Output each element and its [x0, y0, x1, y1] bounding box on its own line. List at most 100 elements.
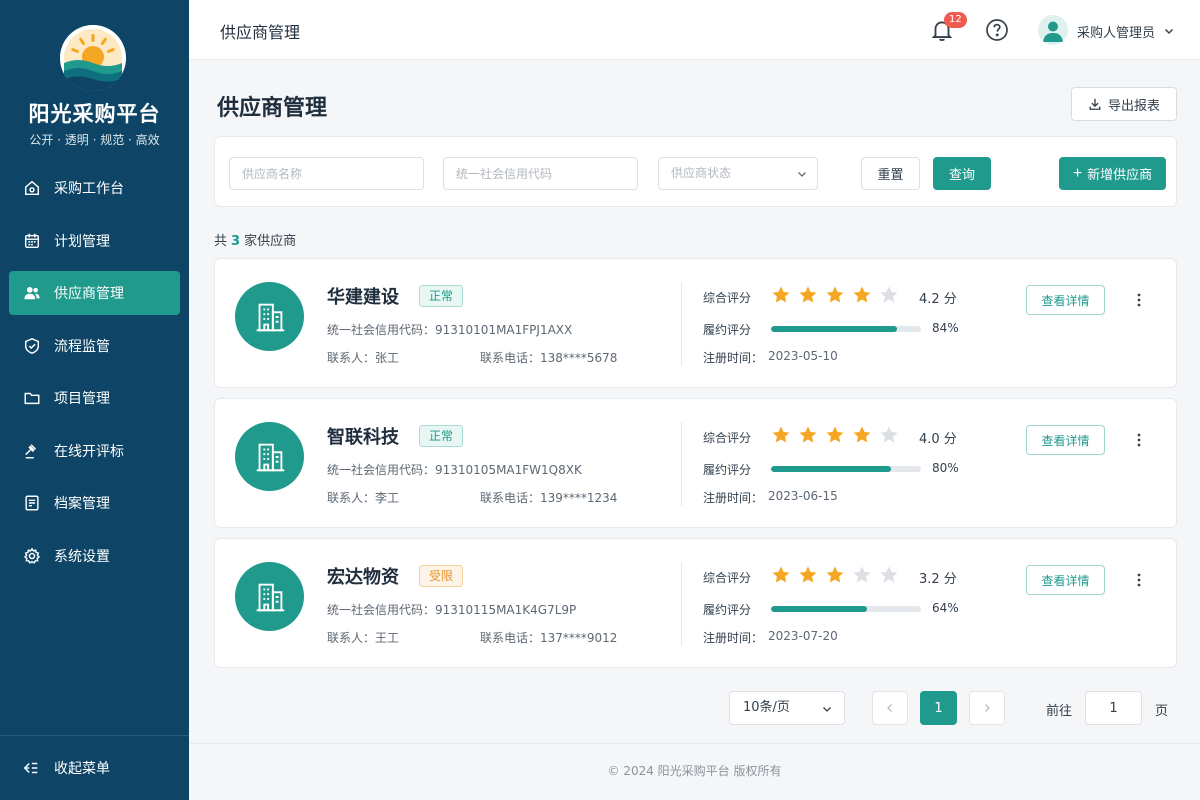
registered-label: 注册时间：	[703, 491, 764, 505]
supplier-name[interactable]: 智联科技	[327, 423, 399, 449]
sidebar-item-label: 流程监管	[54, 338, 110, 355]
sidebar-item-supplier[interactable]: 供应商管理	[9, 271, 180, 315]
supplier-credit-code: 统一社会信用代码：91310101MA1FPJ1AXX	[327, 323, 573, 337]
archive-icon	[23, 494, 41, 512]
star-icon	[879, 424, 906, 446]
footer-copyright: © 2024 阳光采购平台 版权所有	[607, 764, 782, 778]
supplier-name-input[interactable]	[229, 157, 424, 190]
user-name[interactable]: 采购人管理员	[1077, 22, 1155, 41]
export-report-button[interactable]: 导出报表	[1071, 87, 1177, 121]
query-button[interactable]: 查询	[933, 157, 991, 190]
brand-title: 阳光采购平台	[28, 102, 161, 126]
star-rating	[771, 424, 906, 446]
supplier-credit-code: 统一社会信用代码：91310105MA1FW1Q8XK	[327, 463, 582, 477]
rating-label: 综合评分	[703, 571, 752, 585]
supplier-status-placeholder: 供应商状态	[671, 166, 732, 180]
next-page-button[interactable]	[969, 691, 1005, 725]
registered-date: 2023-06-15	[768, 489, 838, 503]
avatar[interactable]	[1038, 15, 1068, 45]
card-divider	[681, 422, 682, 506]
supplier-phone: 联系电话：137****9012	[480, 631, 618, 645]
export-report-label: 导出报表	[1107, 97, 1160, 113]
prev-page-button[interactable]	[872, 691, 908, 725]
building-icon	[235, 282, 304, 351]
sidebar-item-settings[interactable]: 系统设置	[9, 534, 180, 578]
status-badge: 受限	[419, 565, 464, 587]
sidebar-item-process[interactable]: 流程监管	[9, 324, 180, 368]
page-size-value: 10条/页	[743, 700, 790, 715]
gear-icon	[23, 547, 41, 565]
performance-percent: 84%	[932, 321, 959, 335]
view-detail-button[interactable]: 查看详情	[1026, 565, 1105, 595]
star-rating	[771, 284, 906, 306]
performance-label: 履约评分	[703, 323, 752, 337]
goto-page-input[interactable]	[1085, 691, 1142, 725]
registered-date: 2023-05-10	[768, 349, 838, 363]
status-badge: 正常	[419, 425, 464, 447]
plus-icon: +	[1072, 164, 1083, 182]
supplier-card: 宏达物资 受限 统一社会信用代码：91310115MA1K4G7L9P 联系人：王工 联…	[214, 538, 1177, 668]
sidebar-item-label: 档案管理	[54, 496, 110, 512]
footer-divider	[189, 743, 1200, 744]
performance-label: 履约评分	[703, 603, 752, 617]
performance-progress-bar	[771, 326, 921, 332]
sidebar-item-workbench[interactable]: 采购工作台	[9, 166, 180, 210]
star-icon	[825, 564, 852, 586]
supplier-contact: 联系人：李工	[327, 491, 400, 505]
chevron-right-icon	[985, 704, 990, 712]
supplier-name[interactable]: 华建建设	[327, 283, 399, 309]
download-icon	[1089, 98, 1101, 110]
chevron-down-icon	[798, 172, 806, 177]
supplier-credit-code: 统一社会信用代码：91310115MA1K4G7L9P	[327, 603, 577, 617]
add-supplier-label: 新增供应商	[1087, 167, 1153, 182]
more-vertical-icon[interactable]	[1131, 292, 1147, 308]
topbar: 供应商管理 12 采购人管理员	[189, 0, 1200, 60]
rating-score: 4.2 分	[919, 292, 957, 307]
sidebar-item-plan[interactable]: 计划管理	[9, 219, 180, 263]
building-icon	[235, 422, 304, 491]
sidebar-nav: 采购工作台 计划管理 供应商管理 流程监管 项目管理 在线开评标 档案管理 系统…	[9, 166, 180, 586]
supplier-phone: 联系电话：138****5678	[480, 351, 618, 365]
credit-code-input[interactable]	[443, 157, 638, 190]
star-rating	[771, 564, 906, 586]
star-icon	[852, 424, 879, 446]
sidebar-item-archive[interactable]: 档案管理	[9, 481, 180, 525]
supplier-name[interactable]: 宏达物资	[327, 563, 399, 589]
performance-progress-fill	[771, 466, 891, 472]
supplier-status-select[interactable]: 供应商状态	[658, 157, 818, 190]
chevron-down-icon[interactable]	[1163, 25, 1175, 37]
help-icon[interactable]	[985, 18, 1009, 42]
sidebar-item-bidding[interactable]: 在线开评标	[9, 429, 180, 473]
reset-button[interactable]: 重置	[861, 157, 920, 190]
add-supplier-button[interactable]: + 新增供应商	[1059, 157, 1166, 190]
star-icon	[852, 564, 879, 586]
status-badge: 正常	[419, 285, 464, 307]
calendar-icon	[23, 232, 41, 250]
star-icon	[771, 284, 798, 306]
star-icon	[771, 424, 798, 446]
performance-label: 履约评分	[703, 463, 752, 477]
result-count-suffix: 家供应商	[244, 234, 297, 249]
supplier-card: 智联科技 正常 统一社会信用代码：91310105MA1FW1Q8XK 联系人：李工 联…	[214, 398, 1177, 528]
gavel-icon	[23, 442, 41, 460]
view-detail-button[interactable]: 查看详情	[1026, 425, 1105, 455]
supplier-contact: 联系人：张工	[327, 351, 400, 365]
collapse-menu-button[interactable]: 收起菜单	[0, 735, 189, 800]
sidebar-item-label: 系统设置	[54, 548, 110, 565]
page-size-select[interactable]: 10条/页	[729, 691, 845, 725]
page-number-current[interactable]: 1	[920, 691, 957, 725]
performance-percent: 64%	[932, 601, 959, 615]
chevron-down-icon	[823, 707, 831, 712]
more-vertical-icon[interactable]	[1131, 432, 1147, 448]
result-count-number: 3	[231, 234, 241, 249]
notification-badge: 12	[944, 12, 967, 28]
chevron-left-icon	[887, 704, 892, 712]
registered-date: 2023-07-20	[768, 629, 838, 643]
filter-bar: 供应商状态 重置 查询 + 新增供应商	[214, 136, 1177, 207]
view-detail-button[interactable]: 查看详情	[1026, 285, 1105, 315]
more-vertical-icon[interactable]	[1131, 572, 1147, 588]
rating-label: 综合评分	[703, 431, 752, 445]
registered-label: 注册时间：	[703, 351, 764, 365]
performance-progress-bar	[771, 466, 921, 472]
sidebar-item-project[interactable]: 项目管理	[9, 376, 180, 420]
